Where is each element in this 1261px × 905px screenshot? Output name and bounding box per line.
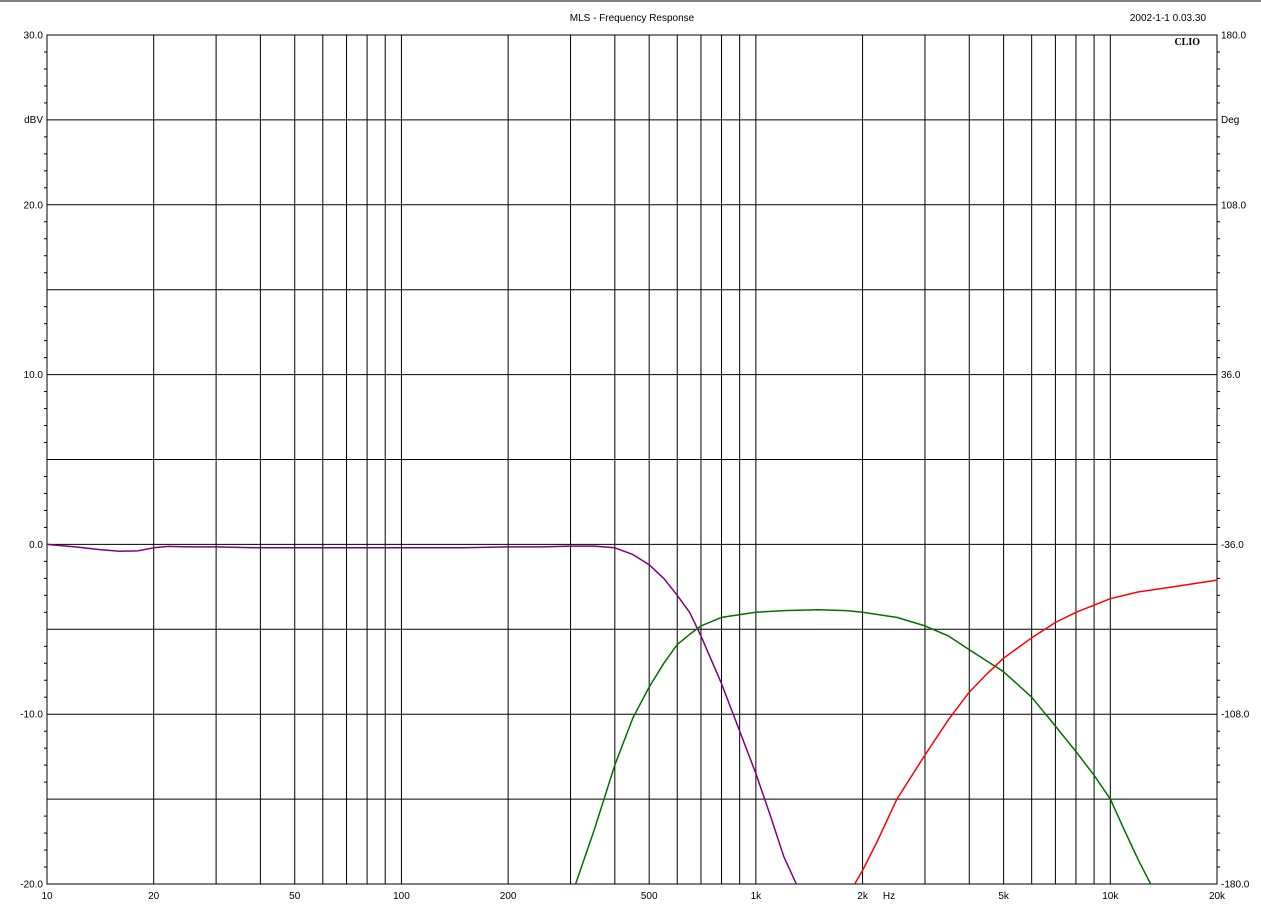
- series-line-2: [574, 609, 1152, 885]
- series-line-3: [854, 579, 1218, 885]
- y-left-tick-label: -20.0: [20, 880, 43, 891]
- grid: [44, 35, 1220, 884]
- x-axis-label: Hz: [883, 891, 895, 902]
- x-tick-label: 1k: [751, 891, 763, 902]
- y-axis-right-label: Deg: [1221, 115, 1239, 126]
- x-tick-label: 50: [289, 891, 301, 902]
- y-left-tick-label: 30.0: [24, 31, 44, 42]
- y-left-tick-label: 10.0: [24, 370, 44, 381]
- x-tick-label: 20k: [1209, 891, 1226, 902]
- y-left-tick-label: -10.0: [20, 710, 43, 721]
- x-tick-label: 20: [148, 891, 160, 902]
- frequency-response-chart: MLS - Frequency Response 2002-1-1 0.03.3…: [0, 0, 1261, 903]
- x-tick-label: 500: [641, 891, 658, 902]
- y-axis-left-label: dBV: [24, 115, 43, 126]
- y-left-tick-label: 0.0: [29, 540, 43, 551]
- x-tick-label: 10k: [1102, 891, 1119, 902]
- x-tick-label: 100: [393, 891, 410, 902]
- chart-title: MLS - Frequency Response: [570, 13, 695, 24]
- tick-labels: 10 20 50 100 200 500 1k 2k 5k 10k 20k 30.0 20.0 10.0 0…: [20, 31, 1250, 903]
- y-right-tick-label: 36.0: [1221, 370, 1241, 381]
- y-right-tick-label: 108.0: [1221, 200, 1246, 211]
- y-right-tick-label: -180.0: [1221, 880, 1250, 891]
- x-tick-label: 2k: [857, 891, 869, 902]
- x-tick-label: 5k: [998, 891, 1010, 902]
- y-right-tick-label: -108.0: [1221, 710, 1250, 721]
- clio-logo: CLIO: [1174, 37, 1200, 48]
- timestamp: 2002-1-1 0.03.30: [1130, 13, 1207, 24]
- y-right-tick-label: -36.0: [1221, 540, 1244, 551]
- y-right-tick-label: 180.0: [1221, 31, 1246, 42]
- x-tick-label: 200: [500, 891, 517, 902]
- y-left-tick-label: 20.0: [24, 200, 44, 211]
- x-tick-label: 10: [41, 891, 53, 902]
